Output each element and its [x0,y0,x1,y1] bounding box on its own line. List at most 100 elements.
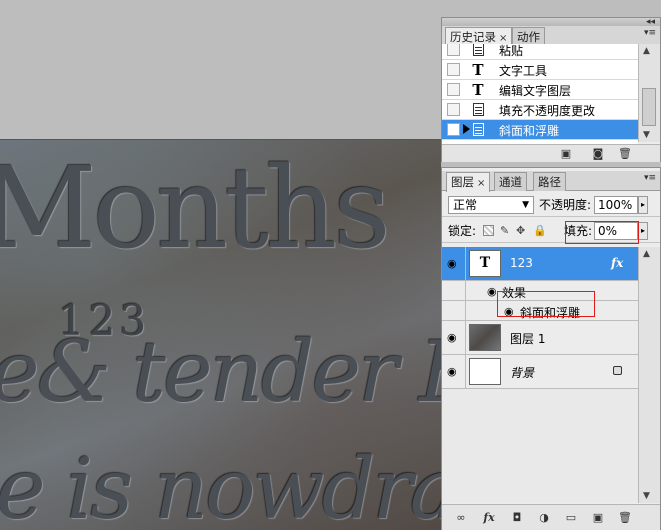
effects-row[interactable]: ◉ 效果 [442,281,640,301]
tab-channels[interactable]: 通道 [494,172,527,191]
new-layer-icon[interactable]: ▣ [591,511,605,524]
fill-slider-button[interactable]: ▸ [638,222,648,240]
adjustment-layer-icon[interactable]: ◑ [537,511,551,524]
scroll-up-icon[interactable]: ▲ [643,249,650,259]
layer-name[interactable]: 图层 1 [510,330,545,347]
add-mask-icon[interactable]: ◘ [510,511,524,524]
panel-title-bar[interactable]: ◂◂ [442,17,660,27]
visibility-cell [442,301,466,320]
blend-mode-select[interactable]: 正常 ▼ [448,196,534,214]
text-layer-thumbnail: T [469,250,501,277]
lock-fill-row: 锁定: ✎ ✥ 🔒 填充: 0% ▸ [442,219,660,243]
lock-all-icon[interactable]: 🔒 [533,225,547,236]
panel-menu-icon[interactable]: ▾≡ [644,173,656,183]
blend-opacity-row: 正常 ▼ 不透明度: 100% ▸ [442,193,660,217]
snapshot-source-box[interactable] [447,123,460,136]
history-tab-bar: 历史记录 × 动作 ▾≡ [442,26,660,47]
layer-thumbnail [469,358,501,385]
eye-icon[interactable]: ◉ [447,366,457,377]
blend-mode-value: 正常 [453,198,478,212]
history-state-label: 编辑文字图层 [499,84,572,98]
engraved-text-months: Months [0,144,391,274]
tab-history-label: 历史记录 [450,30,496,44]
tab-layers[interactable]: 图层 × [446,172,491,192]
history-state-type-tool[interactable]: T 文字工具 [442,60,638,80]
opacity-input[interactable]: 100% [594,196,638,214]
document-canvas[interactable]: Months 123 e& tender Hu e is nowdrawing [0,139,441,530]
eye-icon[interactable]: ◉ [487,286,497,297]
layers-panel: 图层 × 通道 路径 ▾≡ 正常 ▼ 不透明度: 100% ▸ 锁定: ✎ ✥ 🔒… [441,167,661,530]
layer-name[interactable]: 背景 [510,364,534,381]
history-state-label: 填充不透明度更改 [499,104,596,118]
document-icon [473,103,484,116]
engraved-text-tender: e& tender Hu [0,323,441,421]
layer-thumbnail [469,324,501,351]
history-scrollbar[interactable]: ▲ ▼ [638,44,660,142]
opacity-label: 不透明度: [539,198,592,212]
scroll-up-icon[interactable]: ▲ [643,46,650,56]
layer-style-icon[interactable]: fx [482,511,496,524]
type-tool-icon: T [472,81,484,99]
tab-paths[interactable]: 路径 [533,172,566,191]
document-icon [473,44,484,56]
type-tool-icon: T [472,61,484,79]
fill-input[interactable]: 0% [594,222,638,240]
layer-row-layer-1[interactable]: ◉ 图层 1 [442,321,640,355]
eye-icon[interactable]: ◉ [447,258,457,269]
lock-icon [613,366,622,375]
snapshot-source-box[interactable] [447,63,460,76]
history-state-arrow-icon[interactable] [463,124,470,134]
lock-image-pixels-icon[interactable]: ✎ [500,225,511,236]
history-state-label: 文字工具 [499,64,548,78]
visibility-cell[interactable]: ◉ [442,321,466,354]
tab-paths-label: 路径 [538,175,561,189]
layers-footer: ∞ fx ◘ ◑ ▭ ▣ 🗑 [442,504,660,530]
eye-icon[interactable]: ◉ [504,306,514,317]
visibility-cell [442,281,466,300]
history-state-bevel-emboss[interactable]: 斜面和浮雕 [442,120,638,140]
engraved-text-drawing: e is nowdrawing [0,440,441,530]
chevron-down-icon: ▼ [522,200,529,210]
layer-row-123[interactable]: ◉ T 123 fx [442,247,640,281]
lock-transparent-pixels-icon[interactable] [483,225,494,236]
effects-label: 效果 [502,286,527,300]
trash-icon[interactable]: 🗑 [618,147,632,160]
history-state-label: 粘贴 [499,44,524,58]
opacity-slider-button[interactable]: ▸ [638,196,648,214]
scroll-down-icon[interactable]: ▼ [643,491,650,501]
new-document-from-state-icon[interactable]: ▣ [559,147,573,160]
fx-icon[interactable]: fx [611,256,623,270]
effect-row-bevel-emboss[interactable]: ◉ 斜面和浮雕 [442,301,640,321]
effect-label: 斜面和浮雕 [520,306,581,320]
new-group-icon[interactable]: ▭ [564,511,578,524]
layer-name[interactable]: 123 [510,256,533,270]
layers-list: ◉ T 123 fx ◉ 效果 ◉ 斜面和浮雕 ◉ 图层 1 ◉ 背景 [442,247,640,503]
history-state-paste[interactable]: 粘贴 [442,44,638,60]
close-icon[interactable]: × [499,33,507,44]
history-state-fill-opacity-change[interactable]: 填充不透明度更改 [442,100,638,120]
lock-label: 锁定: [448,224,477,238]
panel-menu-icon[interactable]: ▾≡ [644,28,656,38]
close-icon[interactable]: × [477,178,485,189]
layers-scrollbar[interactable]: ▲ ▼ [638,247,660,503]
fill-value: 0% [598,224,618,238]
visibility-cell[interactable]: ◉ [442,355,466,388]
layer-row-background[interactable]: ◉ 背景 [442,355,640,389]
history-footer: ▣ ◙ 🗑 [442,144,660,162]
trash-icon[interactable]: 🗑 [618,511,632,524]
opacity-value: 100% [598,198,633,212]
layers-tab-bar: 图层 × 通道 路径 ▾≡ [442,171,660,192]
fill-label: 填充: [564,224,593,238]
camera-icon[interactable]: ◙ [591,147,605,160]
link-layers-icon[interactable]: ∞ [454,511,468,524]
tab-actions-label: 动作 [517,30,540,44]
lock-position-icon[interactable]: ✥ [516,225,527,236]
snapshot-source-box[interactable] [447,44,460,56]
snapshot-source-box[interactable] [447,83,460,96]
scroll-thumb[interactable] [642,88,656,126]
scroll-down-icon[interactable]: ▼ [643,130,650,140]
snapshot-source-box[interactable] [447,103,460,116]
history-state-edit-type-layer[interactable]: T 编辑文字图层 [442,80,638,100]
visibility-cell[interactable]: ◉ [442,247,466,280]
eye-icon[interactable]: ◉ [447,332,457,343]
